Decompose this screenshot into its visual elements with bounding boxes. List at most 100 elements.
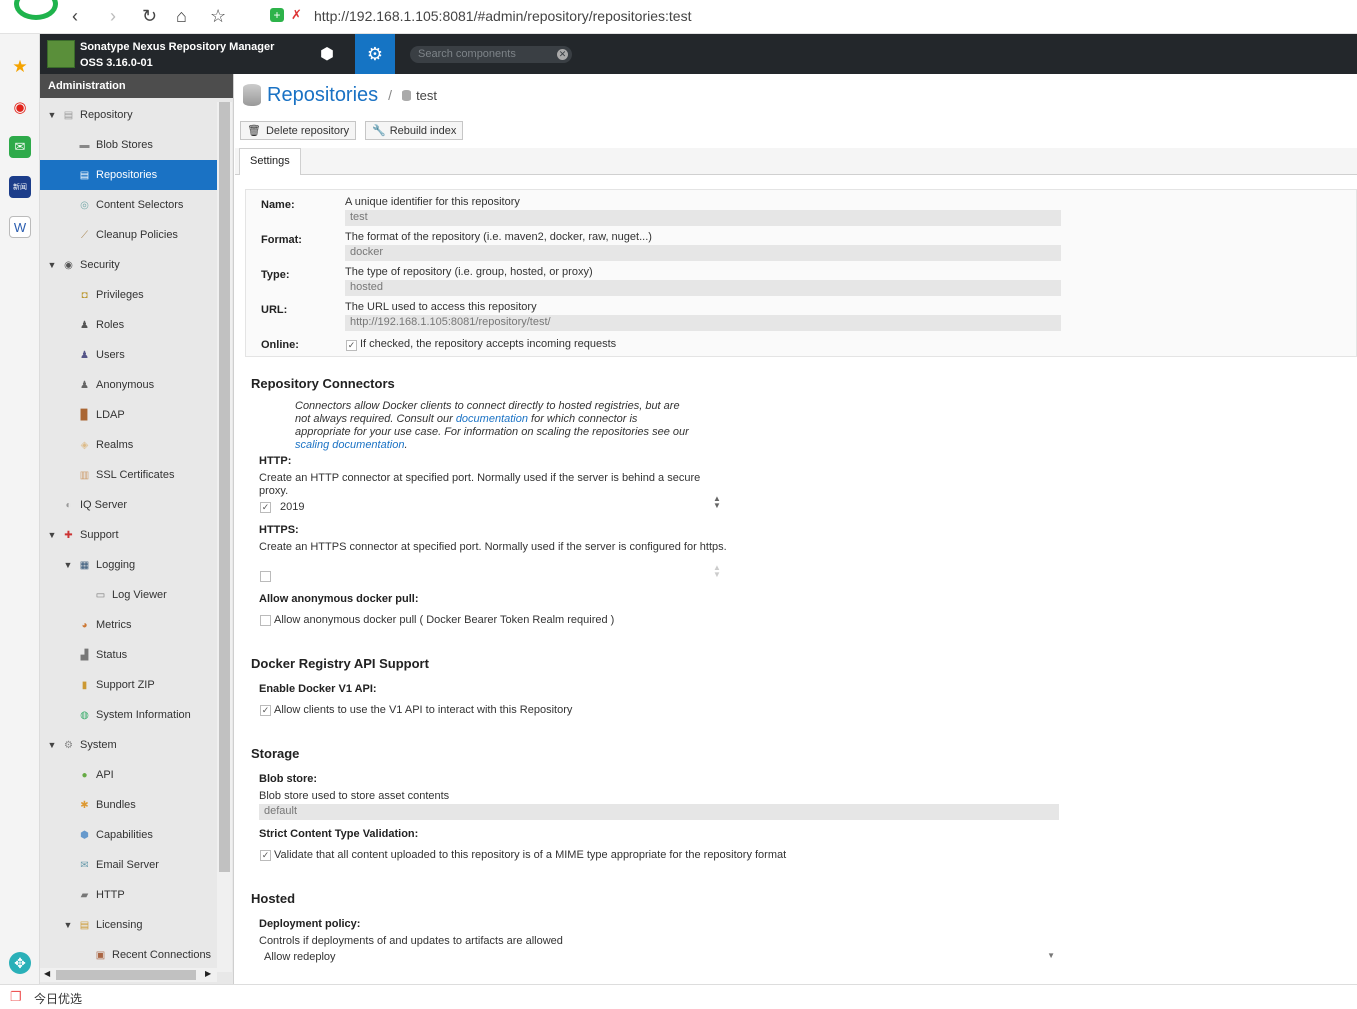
sidebar-item-blob-stores[interactable]: ▬ Blob Stores xyxy=(40,130,217,160)
sidebar-item-security[interactable]: ▼ ◉ Security xyxy=(40,250,217,280)
database-icon: ▤ xyxy=(79,169,90,181)
scaling-documentation-link[interactable]: scaling documentation xyxy=(295,439,404,451)
deployment-policy-select[interactable]: Allow redeploy ▼ xyxy=(259,949,1059,967)
gift-icon[interactable]: ❐ xyxy=(10,989,22,1005)
sidebar-item-privileges[interactable]: ◘ Privileges xyxy=(40,280,217,310)
docker-v1-checkbox[interactable]: ✓ xyxy=(260,705,271,716)
insecure-icon[interactable]: ✗ xyxy=(291,7,302,23)
breadcrumb-repositories[interactable]: Repositories xyxy=(267,84,378,107)
settings-form: Name: A unique identifier for this repos… xyxy=(243,189,1357,984)
news-icon[interactable]: 新闻 xyxy=(9,176,31,198)
sidebar-item-licensing[interactable]: ▼ ▤ Licensing xyxy=(40,910,217,940)
sidebar-item-content-selectors[interactable]: ◎ Content Selectors xyxy=(40,190,217,220)
search-input[interactable]: Search components ✕ xyxy=(410,46,572,63)
sidebar-item-label: Anonymous xyxy=(96,379,155,391)
http-port-field[interactable]: 2019 xyxy=(280,501,304,513)
scroll-thumb[interactable] xyxy=(56,970,196,980)
sidebar-item-api[interactable]: ● API xyxy=(40,760,217,790)
sidebar-item-system-information[interactable]: ◍ System Information xyxy=(40,700,217,730)
documentation-link[interactable]: documentation xyxy=(456,413,528,425)
delete-repository-button[interactable]: 🗑 Delete repository xyxy=(240,121,357,140)
sidebar-horizontal-scrollbar[interactable]: ◀ ▶ xyxy=(40,968,217,982)
scroll-thumb[interactable] xyxy=(219,102,230,872)
sidebar-item-ldap[interactable]: ▉ LDAP xyxy=(40,400,217,430)
expand-toggle-icon[interactable]: ▼ xyxy=(46,260,58,270)
address-bar[interactable]: http://192.168.1.105:8081/#admin/reposit… xyxy=(314,8,691,24)
sidebar-item-bundles[interactable]: ✱ Bundles xyxy=(40,790,217,820)
weibo-icon[interactable]: ◉ xyxy=(9,96,31,118)
sidebar-item-support-zip[interactable]: ▮ Support ZIP xyxy=(40,670,217,700)
sidebar-item-ssl-certificates[interactable]: ▥ SSL Certificates xyxy=(40,460,217,490)
anonymous-pull-label: Allow anonymous docker pull: xyxy=(259,593,419,605)
sidebar-vertical-scrollbar[interactable] xyxy=(217,102,232,972)
sidebar-item-support[interactable]: ▼ ✚ Support xyxy=(40,520,217,550)
document-icon[interactable]: W xyxy=(9,216,31,238)
breadcrumb-current: test xyxy=(416,87,438,103)
users-icon: ♟ xyxy=(80,349,89,361)
sidebar-item-anonymous[interactable]: ♟ Anonymous xyxy=(40,370,217,400)
admin-gear-icon[interactable]: ⚙ xyxy=(355,34,395,74)
expand-toggle-icon[interactable]: ▼ xyxy=(62,560,74,570)
sidebar-item-label: Support xyxy=(80,529,119,541)
cube-icon: ⬢ xyxy=(80,829,89,841)
rebuild-index-button[interactable]: 🔧 Rebuild index xyxy=(365,121,464,140)
sidebar-item-recent-connections[interactable]: ▣ Recent Connections xyxy=(40,940,217,970)
sidebar-item-metrics[interactable]: ◕ Metrics xyxy=(40,610,217,640)
expand-toggle-icon[interactable]: ▼ xyxy=(46,110,58,120)
sidebar-item-http[interactable]: ▰ HTTP xyxy=(40,880,217,910)
online-checkbox[interactable]: ✓ xyxy=(346,340,357,351)
sidebar-item-users[interactable]: ♟ Users xyxy=(40,340,217,370)
sidebar-item-system[interactable]: ▼ ⚙ System xyxy=(40,730,217,760)
daily-picks-label[interactable]: 今日优选 xyxy=(34,990,82,1007)
sidebar-item-label: Privileges xyxy=(96,289,144,301)
sidebar-item-iq-server[interactable]: ◐ IQ Server xyxy=(40,490,217,520)
sidebar-item-label: API xyxy=(96,769,114,781)
search-clear-icon[interactable]: ✕ xyxy=(557,49,568,60)
sidebar-item-label: Logging xyxy=(96,559,136,571)
sidebar-item-logging[interactable]: ▼ ▦ Logging xyxy=(40,550,217,580)
expand-toggle-icon[interactable]: ▼ xyxy=(46,530,58,540)
home-icon[interactable]: ⌂ xyxy=(176,6,187,26)
name-help: A unique identifier for this repository xyxy=(345,196,520,208)
http-port-spinner-icon[interactable]: ▲ ▼ xyxy=(713,495,721,510)
https-port-spinner-icon[interactable]: ▲ ▼ xyxy=(713,564,721,579)
sidebar-item-label: Recent Connections xyxy=(112,949,212,961)
selector-icon: ◎ xyxy=(80,199,89,211)
brand-title: Sonatype Nexus Repository Manager xyxy=(80,41,275,53)
sidebar-item-label: LDAP xyxy=(96,409,125,421)
deployment-policy-label: Deployment policy: xyxy=(259,918,361,930)
sidebar-item-roles[interactable]: ♟ Roles xyxy=(40,310,217,340)
sidebar-item-status[interactable]: ▟ Status xyxy=(40,640,217,670)
truck-icon: ▰ xyxy=(80,889,89,901)
http-checkbox[interactable]: ✓ xyxy=(260,502,271,513)
scroll-left-icon[interactable]: ◀ xyxy=(44,969,50,978)
strict-validation-checkbox[interactable]: ✓ xyxy=(260,850,271,861)
hosted-heading: Hosted xyxy=(251,891,296,906)
expand-toggle-icon[interactable]: ▼ xyxy=(62,920,74,930)
back-icon[interactable]: ‹ xyxy=(72,6,78,26)
anonymous-pull-checkbox[interactable] xyxy=(260,615,271,626)
sidebar-item-cleanup-policies[interactable]: ⟋ Cleanup Policies xyxy=(40,220,217,250)
scroll-right-icon[interactable]: ▶ xyxy=(205,969,211,978)
favorites-icon[interactable]: ★ xyxy=(9,56,31,78)
anonymous-icon: ♟ xyxy=(80,379,89,391)
star-icon[interactable]: ☆ xyxy=(210,6,226,26)
expand-toggle-icon[interactable]: ▼ xyxy=(46,740,58,750)
plugin-icon[interactable]: ✥ xyxy=(9,952,31,974)
sidebar-item-email-server[interactable]: ✉ Email Server xyxy=(40,850,217,880)
sidebar-item-realms[interactable]: ◈ Realms xyxy=(40,430,217,460)
forward-icon[interactable]: › xyxy=(110,6,116,26)
shield-plus-icon[interactable]: + xyxy=(270,8,284,22)
mail-icon[interactable]: ✉ xyxy=(9,136,31,158)
browse-cube-icon[interactable]: ⬢ xyxy=(307,34,347,74)
name-label: Name: xyxy=(261,199,295,211)
https-checkbox[interactable] xyxy=(260,571,271,582)
reload-icon[interactable]: ↻ xyxy=(142,6,157,26)
sidebar-item-repositories[interactable]: ▤ Repositories xyxy=(40,160,217,190)
sidebar-item-capabilities[interactable]: ⬢ Capabilities xyxy=(40,820,217,850)
tab-settings[interactable]: Settings xyxy=(239,148,301,175)
sidebar-item-log-viewer[interactable]: ▭ Log Viewer xyxy=(40,580,217,610)
sidebar-item-repository[interactable]: ▼ ▤ Repository xyxy=(40,100,217,130)
blob-store-field: default xyxy=(259,804,1059,820)
sidebar-item-label: Repository xyxy=(80,109,133,121)
